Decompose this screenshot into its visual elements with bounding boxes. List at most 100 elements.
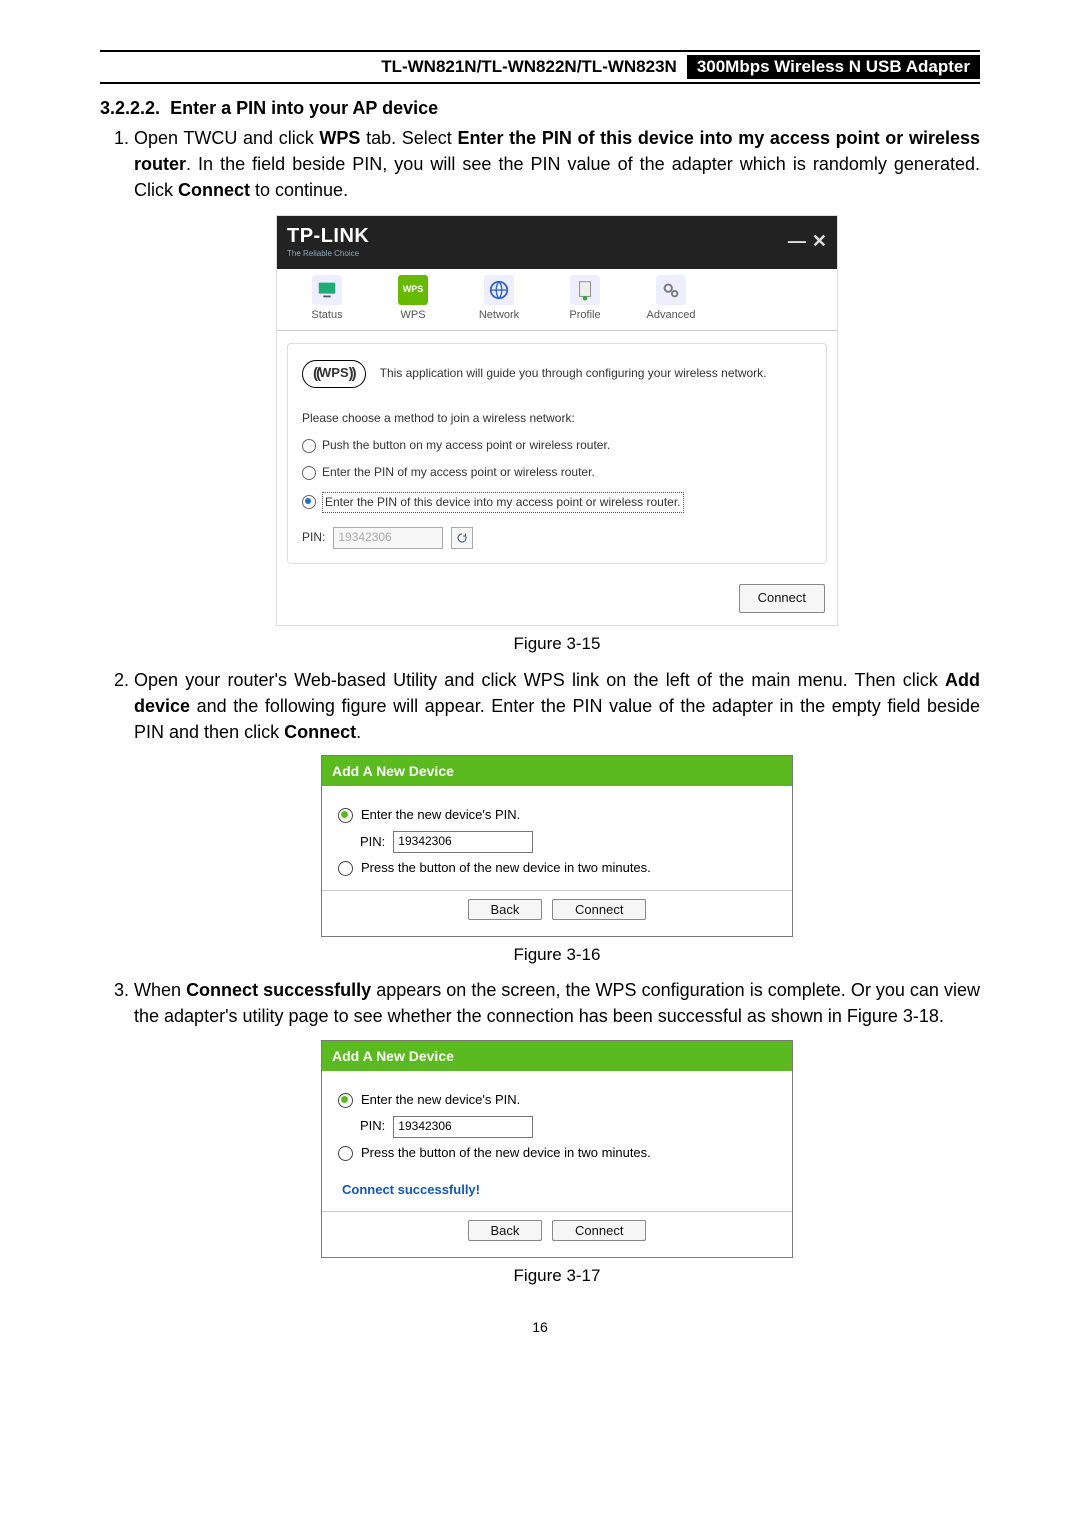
radio-icon [302,439,316,453]
router-footer: Back Connect [338,901,776,924]
connect-button[interactable]: Connect [552,1220,646,1241]
figure-16-caption: Figure 3-16 [134,943,980,968]
tab-profile-label: Profile [545,308,625,324]
gears-icon [656,275,686,305]
wps-badge-text: WPS [403,283,424,296]
router-add-device-success-box: Add A New Device Enter the new device's … [321,1040,793,1259]
router-body: Enter the new device's PIN. PIN: 1934230… [322,1071,792,1257]
radio-option-3[interactable]: Enter the PIN of this device into my acc… [302,492,812,513]
twcu-body: ((WPS)) This application will guide you … [287,343,827,564]
step2-bold-connect: Connect [284,722,356,742]
pin-row: PIN: 19342306 [302,527,812,549]
choose-label: Please choose a method to join a wireles… [302,410,812,427]
pin-input[interactable]: 19342306 [333,527,443,549]
wps-chip-icon: ((WPS)) [302,360,366,388]
radio-selected-icon [338,808,353,823]
step2-text-a: Open your router's Web-based Utility and… [134,670,945,690]
section-number: 3.2.2.2. [100,98,160,118]
radio-icon [338,1146,353,1161]
separator [322,890,792,891]
back-button[interactable]: Back [468,899,543,920]
tab-status-label: Status [287,308,367,324]
pin-label: PIN: [302,529,325,546]
radio-opt1-label: Push the button on my access point or wi… [322,437,610,454]
radio-selected-icon [338,1093,353,1108]
wps-chip-text: WPS [319,364,349,383]
router-add-device-box: Add A New Device Enter the new device's … [321,755,793,937]
router-pin-label: PIN: [360,833,385,852]
step2-text-c: . [356,722,361,742]
tab-advanced[interactable]: Advanced [631,275,711,324]
intro-text: This application will guide you through … [380,365,767,382]
twcu-titlebar: TP-LINK The Reliable Choice — ✕ [277,216,837,269]
section-name: Enter a PIN into your AP device [170,98,438,118]
router-pin-input[interactable]: 19342306 [393,1116,533,1138]
router-radio-pin[interactable]: Enter the new device's PIN. [338,806,776,825]
step-3: When Connect successfully appears on the… [134,977,980,1289]
router-box-title: Add A New Device [322,756,792,786]
router-body: Enter the new device's PIN. PIN: 1934230… [322,786,792,936]
router-opt1-label: Enter the new device's PIN. [361,1091,520,1110]
twcu-brand-block: TP-LINK The Reliable Choice [287,222,369,260]
steps-list: Open TWCU and click WPS tab. Select Ente… [100,125,980,1289]
page-number: 16 [100,1319,980,1335]
back-button[interactable]: Back [468,1220,543,1241]
brand-tagline: The Reliable Choice [287,248,369,260]
minimize-icon[interactable]: — [788,232,806,250]
refresh-icon [456,532,468,544]
radio-icon [338,861,353,876]
router-footer: Back Connect [338,1222,776,1245]
tab-wps-label: WPS [373,308,453,324]
window-buttons: — ✕ [788,232,827,250]
section-title: 3.2.2.2. Enter a PIN into your AP device [100,98,980,119]
twcu-tabs: Status WPS WPS Network [277,269,837,331]
monitor-icon [312,275,342,305]
globe-icon [484,275,514,305]
step-1: Open TWCU and click WPS tab. Select Ente… [134,125,980,657]
step1-bold-wps: WPS [319,128,360,148]
intro-row: ((WPS)) This application will guide you … [302,360,812,388]
router-pin-label: PIN: [360,1117,385,1136]
brand-logo-text: TP-LINK [287,225,369,247]
connect-button[interactable]: Connect [552,899,646,920]
tab-wps[interactable]: WPS WPS [373,275,453,324]
twcu-footer: Connect [277,574,837,625]
router-radio-pin[interactable]: Enter the new device's PIN. [338,1091,776,1110]
radio-option-1[interactable]: Push the button on my access point or wi… [302,437,812,454]
step1-text-d: to continue. [250,180,348,200]
step3-bold-success: Connect successfully [186,980,371,1000]
connect-button[interactable]: Connect [739,584,825,613]
separator [322,1211,792,1212]
step1-text-b: tab. Select [360,128,457,148]
step2-text-b: and the following figure will appear. En… [134,696,980,742]
tab-network[interactable]: Network [459,275,539,324]
figure-17-caption: Figure 3-17 [134,1264,980,1289]
radio-opt3-label: Enter the PIN of this device into my acc… [322,492,684,513]
router-opt1-label: Enter the new device's PIN. [361,806,520,825]
radio-selected-icon [302,495,316,509]
wps-badge-icon: WPS [398,275,428,305]
radio-option-2[interactable]: Enter the PIN of my access point or wire… [302,464,812,481]
tab-network-label: Network [459,308,539,324]
twcu-window: TP-LINK The Reliable Choice — ✕ Status [276,215,838,626]
router-radio-button[interactable]: Press the button of the new device in tw… [338,859,776,878]
connect-success-text: Connect successfully! [342,1181,776,1200]
profile-icon [570,275,600,305]
product-text: 300Mbps Wireless N USB Adapter [687,55,980,79]
doc-header: TL-WN821N/TL-WN822N/TL-WN823N 300Mbps Wi… [100,50,980,84]
radio-opt2-label: Enter the PIN of my access point or wire… [322,464,595,481]
refresh-button[interactable] [451,527,473,549]
step1-text-a: Open TWCU and click [134,128,319,148]
tab-profile[interactable]: Profile [545,275,625,324]
tab-status[interactable]: Status [287,275,367,324]
tab-advanced-label: Advanced [631,308,711,324]
close-icon[interactable]: ✕ [812,232,827,250]
step-2: Open your router's Web-based Utility and… [134,667,980,968]
figure-15-caption: Figure 3-15 [134,632,980,657]
router-pin-row: PIN: 19342306 [338,1116,776,1138]
router-radio-button[interactable]: Press the button of the new device in tw… [338,1144,776,1163]
step3-text-a: When [134,980,186,1000]
model-text: TL-WN821N/TL-WN822N/TL-WN823N [371,55,687,79]
router-pin-input[interactable]: 19342306 [393,831,533,853]
router-box-title: Add A New Device [322,1041,792,1071]
